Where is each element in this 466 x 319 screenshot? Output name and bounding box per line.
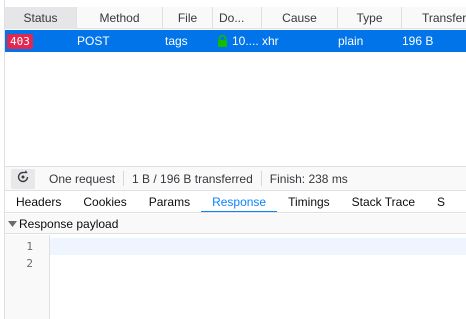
section-title: Response payload: [19, 216, 119, 231]
cell-method: POST: [77, 30, 163, 52]
active-line-highlight: [50, 238, 466, 255]
method-text: POST: [77, 34, 110, 48]
column-header-transferred[interactable]: Transferr: [402, 7, 466, 29]
column-label: File: [177, 10, 198, 25]
column-header-domain[interactable]: Do...: [213, 6, 262, 29]
cell-file: tags: [163, 30, 213, 52]
panel-left-edge: [0, 0, 5, 319]
performance-analysis-button[interactable]: [11, 168, 35, 189]
file-text: tags: [165, 34, 188, 48]
response-editor[interactable]: 1 2: [5, 235, 466, 319]
column-label: Transferr: [422, 10, 466, 25]
response-payload-section[interactable]: Response payload: [5, 214, 466, 234]
tab-response[interactable]: Response: [201, 191, 278, 212]
request-list-empty-area: [5, 52, 466, 165]
collapse-triangle-icon[interactable]: [5, 214, 19, 234]
column-header-file[interactable]: File: [163, 6, 213, 29]
tab-stack-trace[interactable]: Stack Trace: [341, 191, 426, 212]
cell-status: 403: [5, 30, 77, 52]
tab-security[interactable]: S: [426, 191, 456, 212]
line-number: 2: [26, 257, 33, 270]
domain-text: 10....: [232, 34, 259, 48]
column-header-type[interactable]: Type: [338, 6, 402, 29]
line-number: 1: [26, 240, 33, 253]
stopwatch-icon: [16, 170, 30, 187]
summary-request-count: One request: [41, 171, 125, 186]
column-header-status[interactable]: Status: [5, 6, 77, 29]
column-header-method[interactable]: Method: [77, 6, 163, 29]
column-label: Method: [99, 10, 140, 25]
cell-transferred: 196 B: [402, 30, 466, 52]
line-number-gutter: 1 2: [5, 235, 50, 319]
cell-domain: 10....: [213, 30, 262, 52]
summary-transferred: 1 B / 196 B transferred: [124, 171, 262, 186]
lock-icon: [217, 34, 228, 47]
transferred-text: 196 B: [402, 34, 434, 48]
cause-text: xhr: [262, 34, 279, 48]
tab-params[interactable]: Params: [138, 191, 201, 212]
tab-headers[interactable]: Headers: [5, 191, 72, 212]
cell-cause: xhr: [262, 30, 338, 52]
code-content[interactable]: [50, 235, 466, 319]
cell-type: plain: [338, 30, 402, 52]
tab-cookies[interactable]: Cookies: [72, 191, 137, 212]
summary-finish: Finish: 238 ms: [269, 171, 348, 186]
table-row[interactable]: 403 POST tags 10.... xhr plain 196 B: [5, 30, 466, 52]
column-label: Status: [23, 10, 58, 25]
details-tabs: Headers Cookies Params Response Timings …: [5, 191, 466, 213]
column-header-cause[interactable]: Cause: [262, 6, 338, 29]
tab-timings[interactable]: Timings: [277, 191, 341, 212]
column-label: Type: [356, 10, 383, 25]
status-badge: 403: [7, 33, 33, 49]
status-summary-bar: One request 1 B / 196 B transferred Fini…: [5, 166, 466, 191]
column-label: Do...: [219, 10, 245, 25]
request-table-header: Status Method File Do... Cause Type Tran…: [5, 6, 466, 29]
column-label: Cause: [282, 10, 317, 25]
type-text: plain: [338, 34, 364, 48]
